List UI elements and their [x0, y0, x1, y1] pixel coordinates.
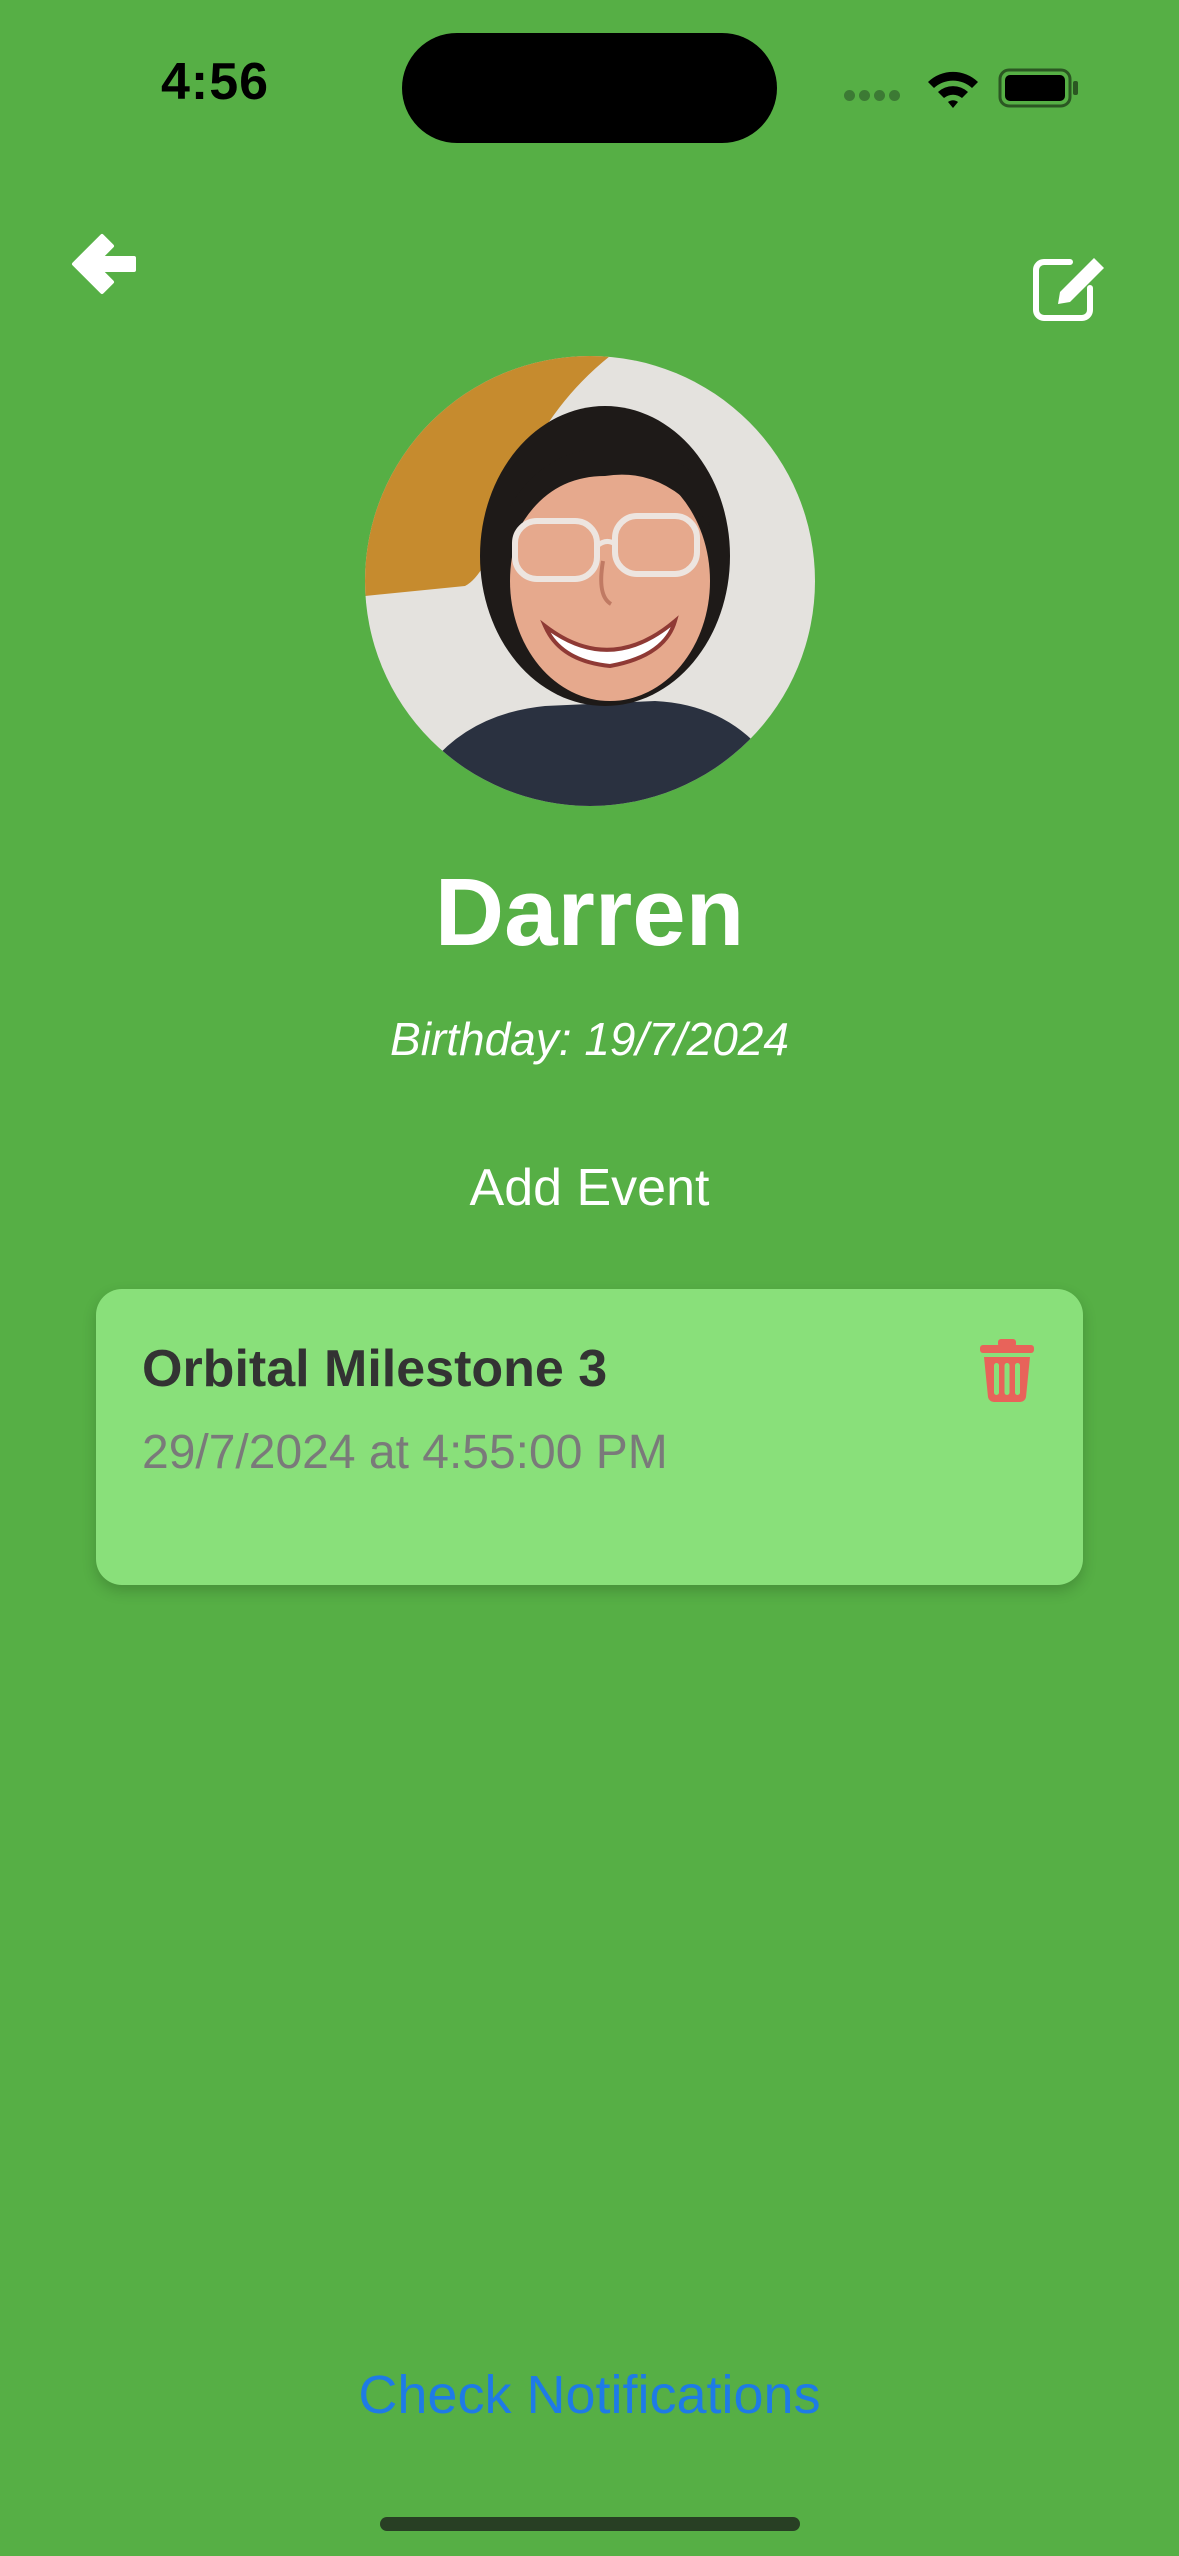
add-event-button[interactable]: Add Event	[0, 1158, 1179, 1218]
event-datetime: 29/7/2024 at 4:55:00 PM	[142, 1426, 668, 1479]
check-notifications-link[interactable]: Check Notifications	[0, 2364, 1179, 2426]
battery-icon	[998, 68, 1080, 108]
cellular-signal-icon	[844, 88, 904, 108]
back-button[interactable]	[68, 228, 140, 300]
event-card[interactable]: Orbital Milestone 3 29/7/2024 at 4:55:00…	[96, 1289, 1083, 1585]
delete-event-button[interactable]	[978, 1337, 1036, 1403]
edit-square-pencil-icon	[1033, 258, 1104, 321]
status-time: 4:56	[160, 53, 270, 111]
birthday-label: Birthday: 19/7/2024	[390, 1013, 789, 1065]
wifi-icon	[924, 66, 982, 110]
person-name: Darren	[434, 859, 745, 966]
avatar	[365, 356, 815, 806]
dynamic-island	[402, 33, 777, 143]
trash-icon	[980, 1339, 1034, 1403]
event-title: Orbital Milestone 3	[142, 1340, 608, 1398]
edit-button[interactable]	[1030, 254, 1110, 324]
home-indicator[interactable]	[380, 2517, 800, 2531]
arrow-left-icon	[72, 234, 136, 294]
